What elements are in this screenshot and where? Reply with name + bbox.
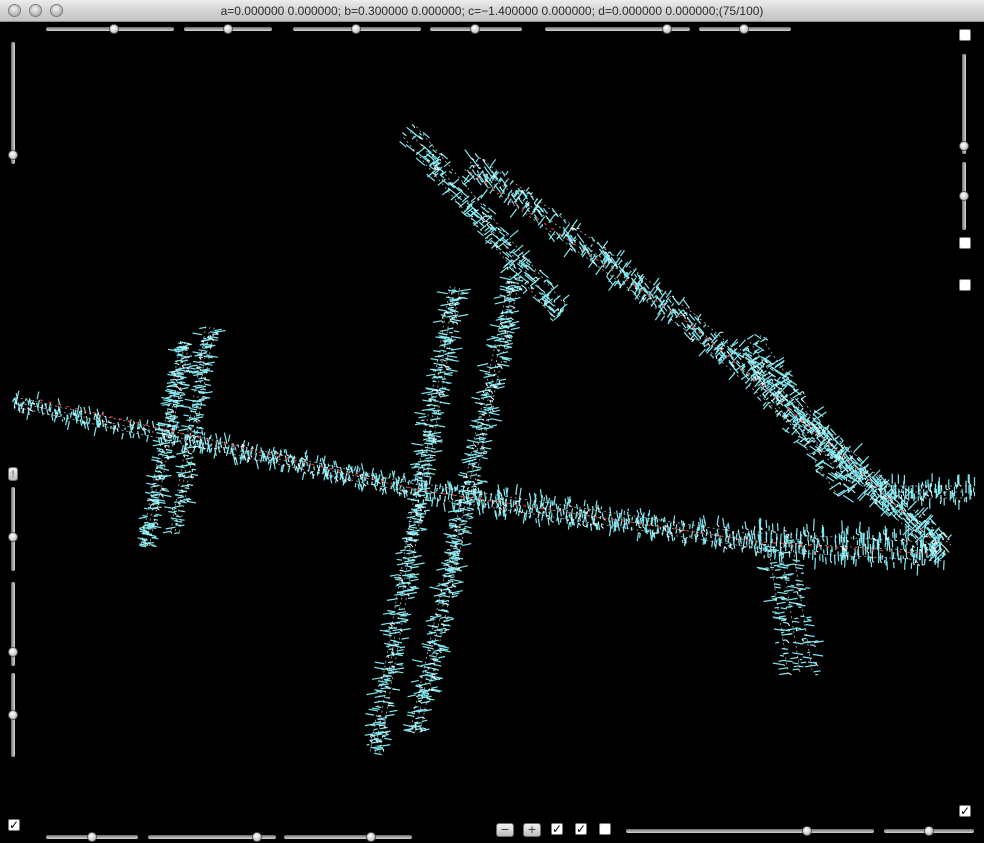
bottom-left-checkbox[interactable]: ✓: [8, 819, 20, 831]
fractal-canvas[interactable]: ! ✓ ✓ − + ✓ ✓: [0, 22, 984, 843]
bottom-slider-1[interactable]: [46, 832, 138, 842]
right-top-checkbox[interactable]: [959, 29, 971, 41]
fractal-sparkles: [13, 126, 971, 752]
bottom-checkbox-2[interactable]: ✓: [575, 823, 587, 835]
param-slider-6[interactable]: [699, 24, 791, 34]
param-slider-2[interactable]: [184, 24, 272, 34]
bottom-checkbox-1[interactable]: ✓: [551, 823, 563, 835]
param-slider-4[interactable]: [430, 24, 522, 34]
right-bottom-checkbox[interactable]: ✓: [959, 805, 971, 817]
detail-slider[interactable]: [884, 826, 974, 836]
title-bar: a=0.000000 0.000000; b=0.300000 0.000000…: [0, 0, 984, 22]
fractal-render: [12, 124, 976, 756]
param-slider-1[interactable]: [46, 24, 174, 34]
left-toggle-button[interactable]: !: [8, 467, 18, 481]
right-slider-1[interactable]: [959, 54, 969, 154]
zoom-in-button[interactable]: +: [523, 823, 541, 837]
window-title: a=0.000000 0.000000; b=0.300000 0.000000…: [220, 4, 764, 18]
right-upper-mid-checkbox[interactable]: [959, 279, 971, 291]
param-slider-3[interactable]: [293, 24, 421, 34]
left-slider-3[interactable]: [8, 582, 18, 666]
right-mid-checkbox[interactable]: [959, 237, 971, 249]
zoom-slider[interactable]: [626, 826, 874, 836]
param-slider-5[interactable]: [545, 24, 690, 34]
right-slider-2[interactable]: [959, 162, 969, 230]
bottom-slider-2[interactable]: [148, 832, 276, 842]
bottom-slider-3[interactable]: [284, 832, 412, 842]
left-slider-1[interactable]: [8, 42, 18, 164]
left-slider-2[interactable]: [8, 487, 18, 571]
left-slider-4[interactable]: [8, 673, 18, 757]
bottom-checkbox-3[interactable]: [599, 823, 611, 835]
zoom-out-button[interactable]: −: [496, 823, 514, 837]
fractal-strokes: [12, 124, 976, 756]
